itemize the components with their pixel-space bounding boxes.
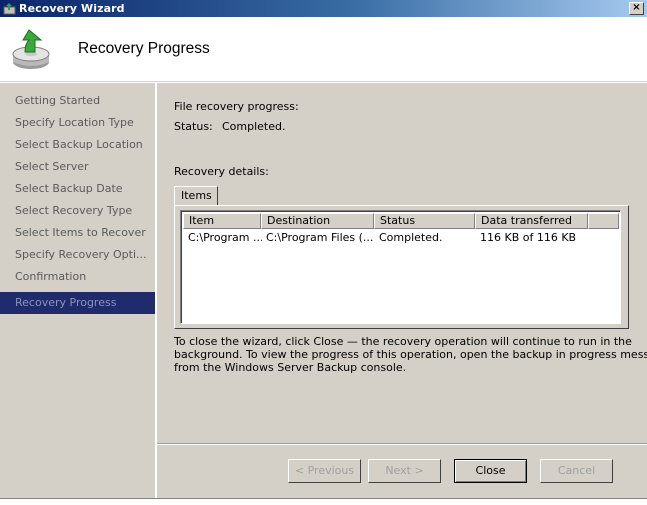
recovery-items-list[interactable]: Item Destination Status Data transferred…: [180, 210, 621, 324]
step-specify-recovery-options[interactable]: Specify Recovery Opti...: [0, 244, 155, 266]
wizard-steps-sidebar: Getting Started Specify Location Type Se…: [0, 83, 157, 498]
row-status-cell[interactable]: Completed.: [379, 231, 475, 244]
close-button[interactable]: Close: [454, 459, 527, 483]
row-destination-cell[interactable]: C:\Program Files (...: [266, 231, 374, 244]
column-header-destination[interactable]: Destination: [261, 213, 374, 229]
column-header-data-transferred[interactable]: Data transferred: [475, 213, 588, 229]
step-select-backup-date[interactable]: Select Backup Date: [0, 178, 155, 200]
page-title: Recovery Progress: [78, 40, 210, 57]
step-select-recovery-type[interactable]: Select Recovery Type: [0, 200, 155, 222]
column-header-status[interactable]: Status: [374, 213, 475, 229]
tab-items[interactable]: Items: [174, 186, 218, 206]
step-getting-started[interactable]: Getting Started: [0, 90, 155, 112]
previous-button[interactable]: < Previous: [288, 459, 361, 483]
recovery-details-label: Recovery details:: [174, 165, 269, 178]
wizard-header: Recovery Progress: [0, 17, 647, 82]
column-header-item[interactable]: Item: [183, 213, 261, 229]
step-select-items-to-recover[interactable]: Select Items to Recover: [0, 222, 155, 244]
window-close-button[interactable]: ×: [629, 2, 644, 15]
step-select-backup-location[interactable]: Select Backup Location: [0, 134, 155, 156]
recovery-wizard-app-icon: [3, 3, 16, 15]
row-data-transferred-cell[interactable]: 116 KB of 116 KB: [480, 231, 588, 244]
title-bar: Recovery Wizard ×: [0, 0, 647, 17]
step-recovery-progress[interactable]: Recovery Progress: [0, 292, 155, 314]
progress-label: File recovery progress:: [174, 100, 299, 113]
info-line-3: from the Windows Server Backup console.: [174, 361, 407, 374]
info-line-2: background. To view the progress of this…: [174, 348, 647, 361]
cancel-button[interactable]: Cancel: [540, 459, 613, 483]
info-line-1: To close the wizard, click Close — the r…: [174, 335, 632, 348]
row-item-cell[interactable]: C:\Program ...: [188, 231, 262, 244]
next-button[interactable]: Next >: [368, 459, 441, 483]
window-bottom-edge: [0, 498, 647, 505]
buttons-separator: [157, 443, 647, 445]
status-label: Status:: [174, 120, 213, 133]
step-select-server[interactable]: Select Server: [0, 156, 155, 178]
column-header-spacer: [588, 213, 619, 229]
backup-disk-icon: [12, 29, 50, 69]
step-confirmation[interactable]: Confirmation: [0, 266, 155, 288]
window-title: Recovery Wizard: [19, 2, 125, 15]
step-specify-location-type[interactable]: Specify Location Type: [0, 112, 155, 134]
bottom-edge-line: [0, 498, 647, 499]
status-value: Completed.: [222, 120, 286, 133]
